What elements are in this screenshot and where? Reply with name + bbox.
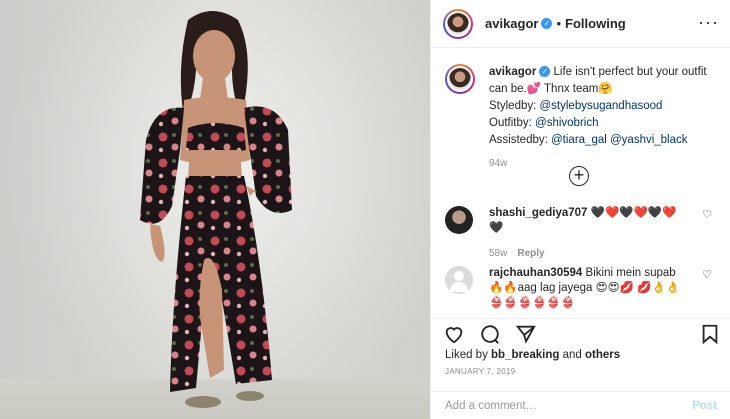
post-date[interactable]: JANUARY 7, 2019	[445, 367, 515, 376]
following-button[interactable]: Following	[565, 16, 626, 31]
add-comment-input[interactable]: Add a comment…	[445, 400, 537, 412]
commenter-avatar[interactable]	[445, 206, 473, 234]
author-avatar[interactable]	[443, 8, 473, 39]
post-side-panel: avikagor ✓ • Following ··· avikagor ✓ Lif…	[430, 0, 730, 419]
likes-prefix: Liked by	[445, 349, 492, 361]
author-username[interactable]: avikagor	[485, 16, 538, 31]
reply-button[interactable]: Reply	[517, 248, 544, 259]
comment-like-heart-icon[interactable]: ♡	[702, 268, 712, 283]
outfit-handle-link[interactable]: @shivobrich	[535, 117, 598, 129]
caption-age[interactable]: 94w	[489, 155, 719, 172]
save-bookmark-icon[interactable]	[699, 323, 721, 345]
comment-age[interactable]: 58w	[489, 248, 507, 259]
woman-in-floral-outfit-figure	[140, 11, 292, 408]
action-icon-row	[443, 323, 723, 347]
more-options-icon[interactable]: ···	[698, 13, 719, 31]
verified-badge-icon: ✓	[541, 18, 553, 29]
styled-handle-link[interactable]: @stylebysugandhasood	[540, 100, 663, 112]
post-photo[interactable]	[0, 0, 430, 419]
caption-username[interactable]: avikagor	[489, 66, 536, 78]
outfit-label: Outfitby:	[489, 117, 536, 129]
separator-dot: •	[556, 16, 562, 31]
caption-verified-badge-icon: ✓	[539, 66, 551, 78]
liked-by-user-link[interactable]: bb_breaking	[491, 349, 559, 361]
comment-bubble-icon[interactable]	[479, 323, 501, 345]
post-comment-button[interactable]: Post	[692, 400, 717, 412]
comment-username[interactable]: rajchauhan30594	[489, 267, 582, 279]
assisted-handle-link-1[interactable]: @tiara_gal	[551, 134, 607, 146]
comment-username[interactable]: shashi_gediya707	[489, 207, 587, 219]
assisted-label: Assistedby:	[489, 134, 551, 146]
add-comment-bar: Add a comment… Post	[431, 391, 730, 419]
load-more-comments-icon[interactable]: +	[569, 166, 589, 186]
comment-like-heart-icon[interactable]: ♡	[702, 208, 712, 223]
post-actions: Liked by bb_breaking and others JANUARY …	[431, 318, 730, 419]
likes-others-link[interactable]: others	[585, 349, 620, 361]
assisted-handle-link-2[interactable]: @yashvi_black	[610, 134, 688, 146]
likes-mid: and	[559, 349, 585, 361]
commenter-avatar-placeholder[interactable]	[445, 266, 473, 294]
caption-avatar[interactable]	[445, 64, 475, 94]
styled-label: Styledby:	[489, 100, 540, 112]
share-paper-plane-icon[interactable]	[515, 323, 537, 345]
comments-section: avikagor ✓ Life isn't perfect but your ou…	[431, 48, 730, 318]
post-header: avikagor ✓ • Following ···	[431, 0, 730, 48]
like-heart-icon[interactable]	[443, 323, 465, 345]
likes-summary: Liked by bb_breaking and others	[445, 349, 620, 361]
